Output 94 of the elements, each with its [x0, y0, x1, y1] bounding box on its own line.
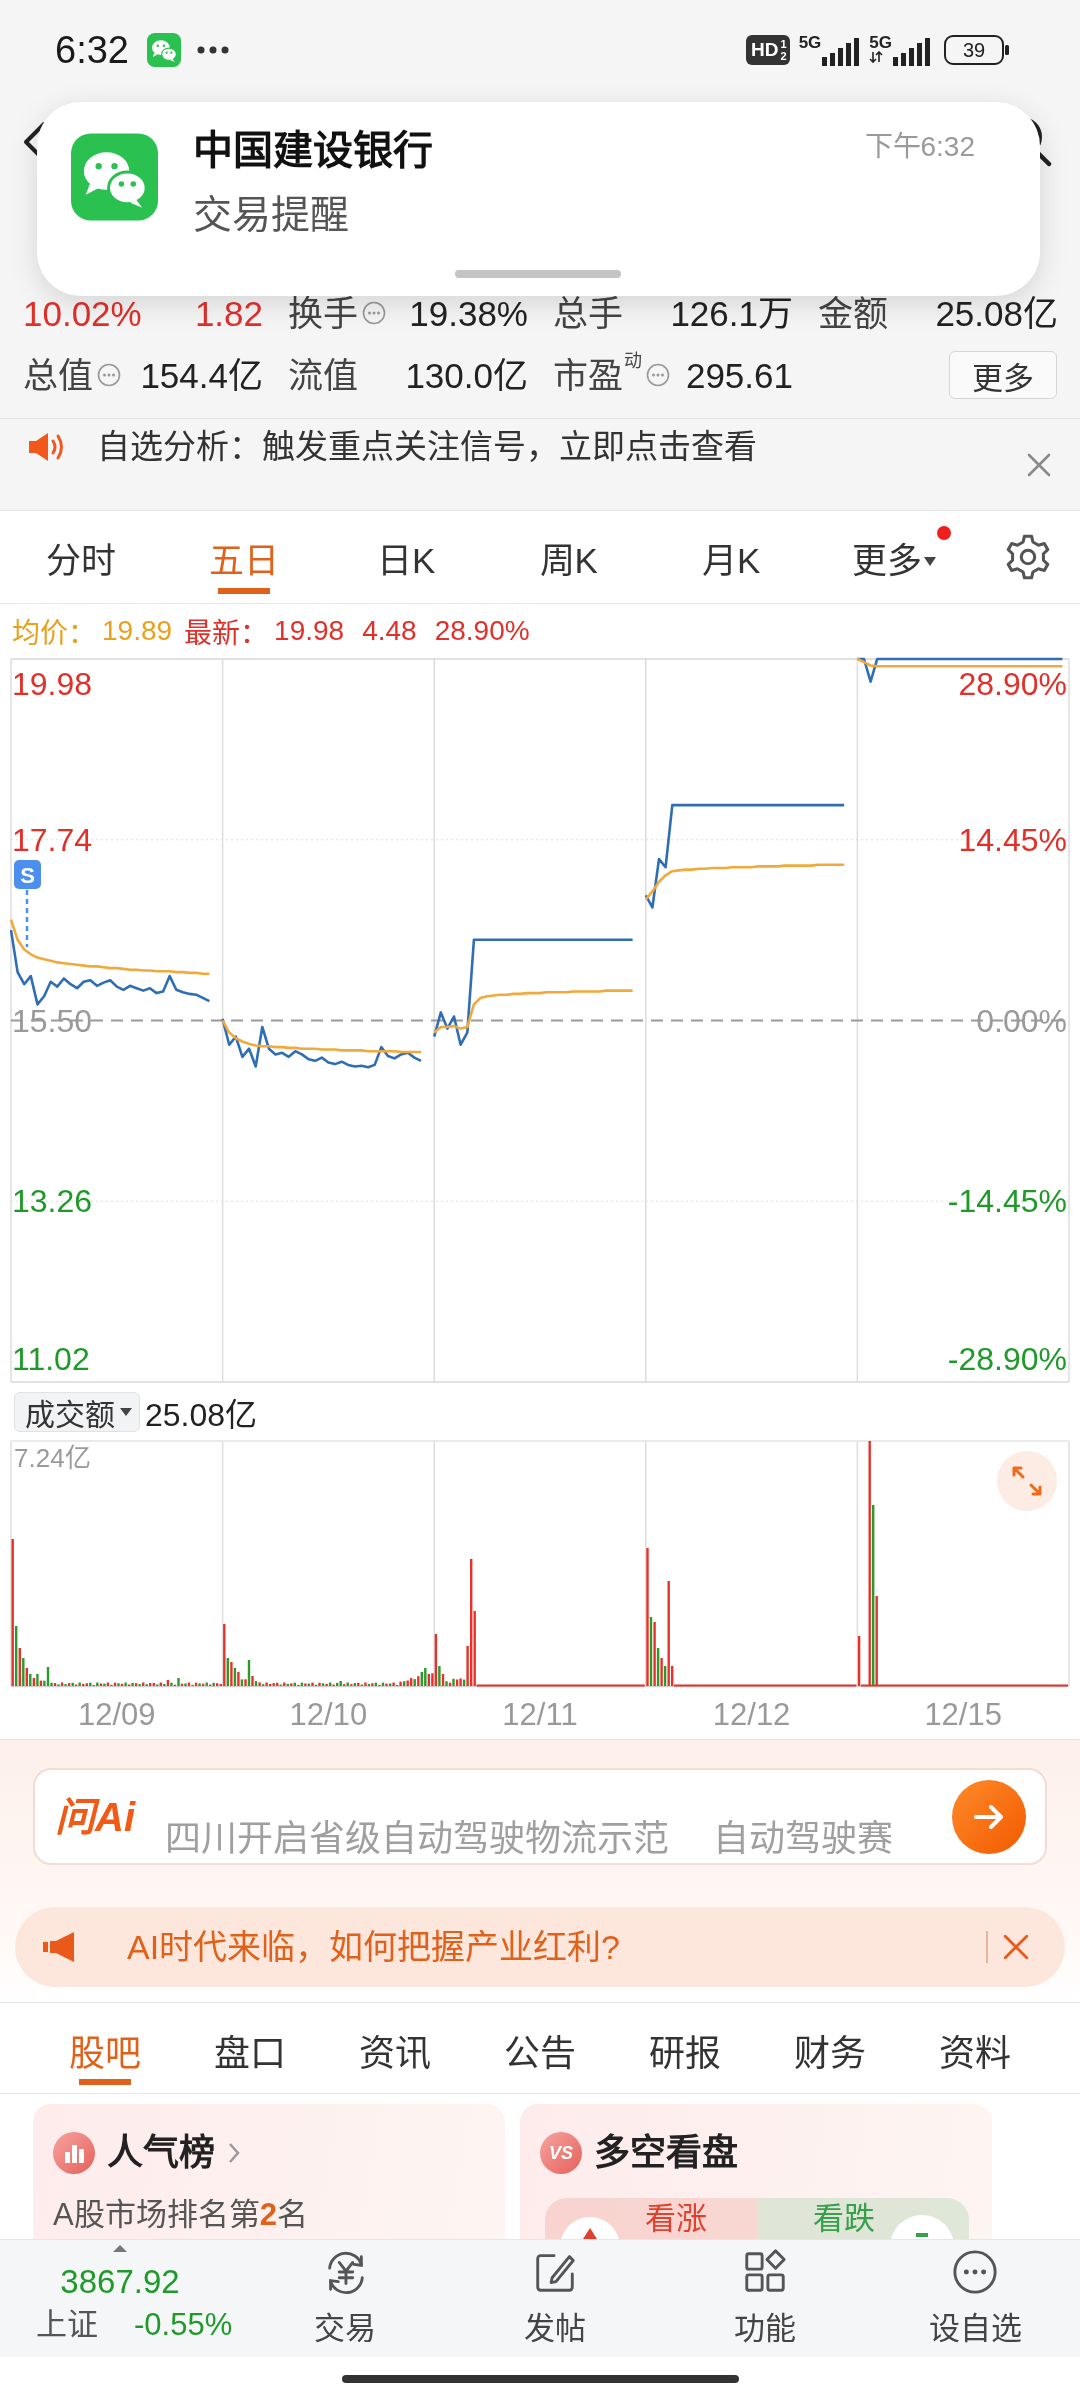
index-change: -0.55%: [134, 2306, 233, 2344]
info-dots-icon[interactable]: [362, 301, 386, 325]
card-subtitle: A股市场排名第2名: [53, 2196, 309, 2233]
legend-label: 均价：: [12, 616, 96, 651]
price-axis-label: 13.26: [12, 1183, 93, 1220]
change-amount: 1.82: [194, 295, 263, 331]
percent-axis-label: -28.90%: [947, 1341, 1067, 1377]
price-axis-label: 17.74: [12, 821, 93, 858]
signal-bars-icon: [822, 38, 861, 66]
status-time: 6:32: [55, 28, 129, 72]
content-tab[interactable]: 研报: [612, 2003, 758, 2093]
network-type: 5G: [798, 34, 822, 51]
date-label: 12/11: [502, 1696, 578, 1733]
content-tab[interactable]: 财务: [757, 2003, 903, 2093]
stat-label: 换手: [288, 295, 358, 331]
more-icon: [951, 2248, 999, 2296]
stat-label: 金额: [818, 295, 888, 331]
date-label: 12/12: [712, 1696, 791, 1733]
close-icon[interactable]: [1026, 452, 1052, 478]
dropdown-caret-icon: [120, 1408, 132, 1416]
stat-label: 总手: [553, 295, 623, 331]
signal-bars-icon: [893, 38, 931, 66]
date-label: 12/09: [78, 1696, 156, 1733]
legend-value: 4.48: [362, 614, 417, 647]
chat-bubbles-icon: [71, 133, 158, 221]
period-tab[interactable]: 更多: [812, 511, 975, 603]
volume-axis-label: 7.24亿: [14, 1443, 91, 1473]
content-tab[interactable]: 盘口: [177, 2003, 323, 2093]
percent-axis-label: 28.90%: [958, 666, 1067, 702]
stat-value: 154.4亿: [140, 357, 263, 393]
card-title: 人气榜: [107, 2131, 215, 2175]
vs-badge: VS: [540, 2132, 582, 2174]
content-tab[interactable]: 公告: [467, 2003, 613, 2093]
price-axis-label: 19.98: [12, 666, 93, 702]
notification-card[interactable]: 中国建设银行 交易提醒 下午6:32: [37, 102, 1040, 296]
period-tab[interactable]: 分时: [0, 511, 163, 603]
notification-body: 交易提醒: [193, 192, 350, 238]
card-title: 多空看盘: [594, 2131, 738, 2175]
metric-selector[interactable]: 成交额: [14, 1392, 140, 1432]
network-type: 5G: [869, 34, 892, 51]
settings-icon[interactable]: [1004, 534, 1051, 580]
volume-total: 25.08亿: [145, 1396, 258, 1435]
percent-axis-label: 14.45%: [958, 821, 1067, 858]
stat-value: 130.0亿: [405, 357, 528, 393]
stat-label: 市盈: [553, 357, 623, 393]
close-icon[interactable]: [1002, 1933, 1030, 1961]
percent-axis-label: -14.45%: [947, 1183, 1067, 1220]
sim-number: 2: [780, 50, 787, 62]
battery-level: 39: [962, 39, 986, 61]
stat-label: 流值: [288, 357, 358, 393]
feature-card[interactable]: 人气榜 A股市场排名第2名: [33, 2104, 505, 2239]
period-tab[interactable]: 日K: [325, 511, 488, 603]
stat-value: 19.38%: [409, 295, 528, 331]
legend-value: 28.90%: [434, 614, 530, 647]
more-button[interactable]: 更多: [949, 351, 1057, 399]
chat-bubbles-icon: [146, 33, 181, 67]
index-name: 上证: [36, 2306, 98, 2344]
legend-value: 19.98: [274, 614, 345, 647]
signal-leader-line: [25, 890, 29, 947]
expand-icon[interactable]: [997, 1451, 1057, 1511]
info-dots-icon[interactable]: [646, 363, 670, 387]
period-tab[interactable]: 周K: [487, 511, 650, 603]
legend-value: 19.89: [102, 614, 173, 647]
notification-time: 下午6:32: [864, 130, 975, 164]
drag-handle[interactable]: [455, 270, 621, 278]
volume-bar: [857, 1636, 861, 1686]
legend-label: 最新：: [184, 616, 269, 651]
date-label: 12/15: [924, 1696, 1002, 1733]
nav-item[interactable]: 发帖: [450, 2240, 660, 2357]
sim-number: 1: [780, 38, 787, 50]
nav-item[interactable]: 功能: [660, 2240, 870, 2357]
nav-item[interactable]: 交易: [240, 2240, 450, 2357]
caret-up-icon[interactable]: [113, 2245, 127, 2252]
notification-title: 中国建设银行: [193, 127, 433, 174]
stat-label: 总值: [23, 357, 93, 393]
bar-chart-icon: [53, 2132, 95, 2174]
chevron-right-icon[interactable]: [227, 2141, 241, 2165]
stat-value: 25.08亿: [935, 295, 1058, 331]
banner-text: AI时代来临，如何把握产业红利?: [127, 1927, 621, 1967]
nav-item[interactable]: 设自选: [870, 2240, 1080, 2357]
hd-label: HD: [751, 40, 779, 60]
ai-logo: 问Ai: [55, 1793, 137, 1840]
period-tab[interactable]: 月K: [650, 511, 813, 603]
stat-value: 126.1万: [670, 295, 793, 331]
more-dots-icon: [196, 46, 229, 54]
date-label: 12/10: [289, 1696, 368, 1733]
price-axis-label: 15.50: [12, 1002, 93, 1039]
change-percent: 10.02%: [23, 295, 142, 331]
stat-label-superscript: 动: [624, 351, 642, 370]
content-tab[interactable]: 资讯: [322, 2003, 468, 2093]
info-dots-icon[interactable]: [97, 363, 121, 387]
stat-value: 295.61: [685, 357, 793, 393]
content-tab[interactable]: 资料: [902, 2003, 1047, 2093]
price-axis-label: 11.02: [12, 1341, 90, 1377]
